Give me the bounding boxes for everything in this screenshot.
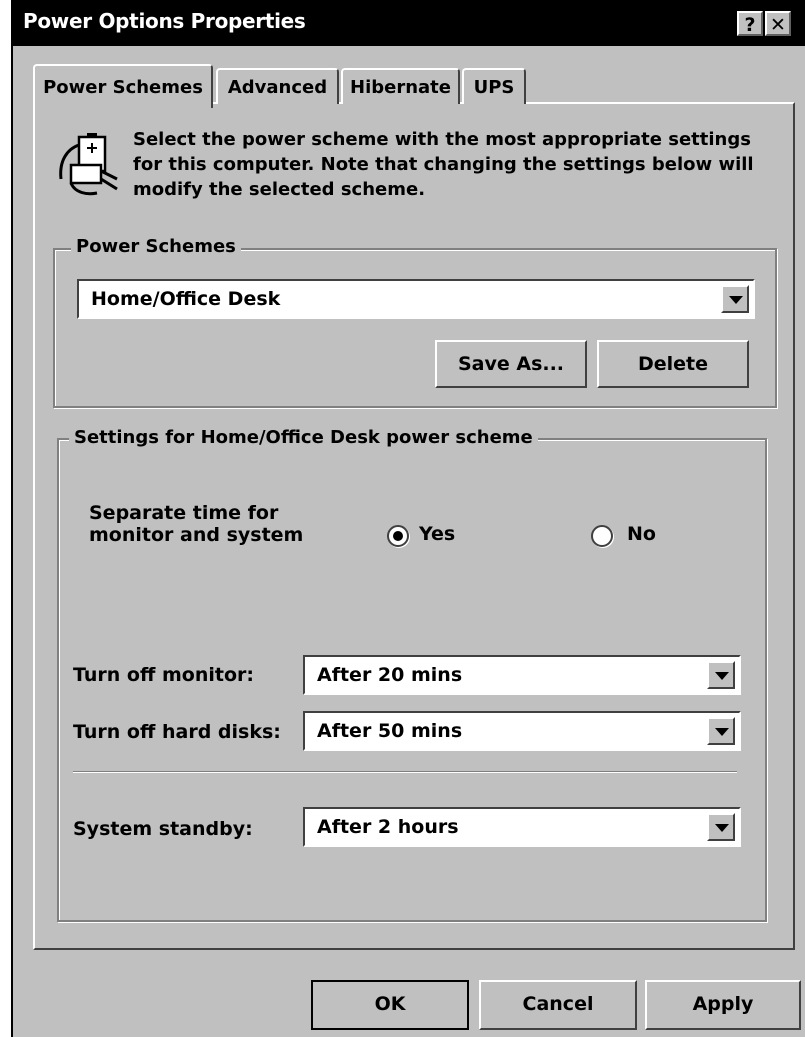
chevron-down-icon[interactable]	[707, 661, 735, 689]
window-title: Power Options Properties	[23, 9, 306, 33]
power-options-window: Power Options Properties ? ✕ Power Schem…	[11, 0, 805, 1037]
power-plug-battery-icon	[59, 133, 118, 196]
hard-disks-timeout-dropdown[interactable]: After 50 mins	[303, 711, 741, 751]
help-button[interactable]: ?	[737, 11, 763, 36]
settings-legend: Settings for Home/Office Desk power sche…	[69, 427, 538, 448]
power-scheme-value: Home/Office Desk	[91, 288, 281, 310]
power-schemes-legend: Power Schemes	[71, 236, 241, 257]
hard-disks-timeout-value: After 50 mins	[317, 720, 463, 742]
monitor-timeout-dropdown[interactable]: After 20 mins	[303, 655, 741, 695]
intro-text: Select the power scheme with the most ap…	[133, 129, 754, 200]
turn-off-hard-disks-label: Turn off hard disks:	[73, 721, 281, 743]
tab-ups[interactable]: UPS	[462, 68, 526, 104]
cancel-button[interactable]: Cancel	[479, 980, 637, 1030]
tab-power-schemes[interactable]: Power Schemes	[33, 64, 213, 108]
yes-label[interactable]: Yes	[419, 523, 455, 545]
tab-hibernate[interactable]: Hibernate	[341, 68, 460, 104]
settings-divider	[73, 771, 737, 773]
power-scheme-dropdown[interactable]: Home/Office Desk	[77, 279, 755, 319]
separate-time-label: Separate time for monitor and system	[89, 502, 304, 546]
delete-button[interactable]: Delete	[597, 340, 749, 388]
standby-timeout-dropdown[interactable]: After 2 hours	[303, 807, 741, 847]
save-as-button[interactable]: Save As...	[435, 340, 587, 388]
chevron-down-icon[interactable]	[707, 813, 735, 841]
ok-button[interactable]: OK	[311, 980, 469, 1030]
chevron-down-icon[interactable]	[707, 717, 735, 745]
system-standby-label: System standby:	[73, 818, 253, 840]
close-button[interactable]: ✕	[765, 11, 791, 36]
turn-off-monitor-label: Turn off monitor:	[73, 664, 254, 686]
monitor-timeout-value: After 20 mins	[317, 664, 463, 686]
title-bar: Power Options Properties ? ✕	[13, 0, 805, 46]
no-radio[interactable]	[591, 525, 613, 547]
chevron-down-icon[interactable]	[721, 285, 749, 313]
tab-advanced[interactable]: Advanced	[216, 68, 339, 104]
apply-button[interactable]: Apply	[645, 980, 801, 1030]
no-label[interactable]: No	[627, 523, 656, 545]
standby-timeout-value: After 2 hours	[317, 816, 459, 838]
yes-radio[interactable]	[387, 525, 409, 547]
